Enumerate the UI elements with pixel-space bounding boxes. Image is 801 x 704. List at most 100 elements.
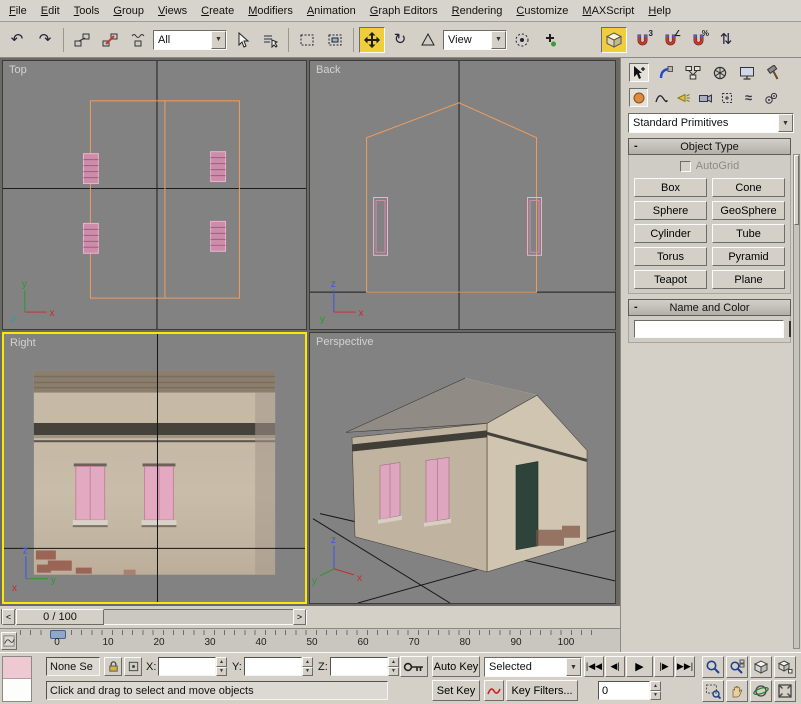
select-by-name-button[interactable] [257,27,283,53]
z-coordinate-field[interactable] [330,657,388,676]
category-systems[interactable] [761,88,780,107]
viewport-top[interactable]: Top y x z [2,60,307,330]
menu-rendering[interactable]: Rendering [445,1,510,21]
geosphere-button[interactable]: GeoSphere [712,201,785,220]
key-filters-button[interactable]: Key Filters... [506,680,578,701]
next-frame-arrow[interactable]: > [293,609,306,625]
viewport-back[interactable]: Back z x y [309,60,616,330]
category-cameras[interactable] [695,88,714,107]
house-3d-model[interactable] [346,378,587,572]
key-mode-dropdown[interactable]: Selected ▼ [484,657,582,677]
cone-button[interactable]: Cone [712,178,785,197]
primitives-dropdown[interactable]: Standard Primitives ▼ [628,113,794,133]
x-coordinate-field[interactable] [158,657,216,676]
curve-mode-button[interactable] [484,680,504,701]
zoom-all-button[interactable] [726,656,748,678]
plane-button[interactable]: Plane [712,270,785,289]
current-frame-field[interactable] [598,681,650,700]
tab-hierarchy[interactable] [683,63,703,82]
play-button[interactable]: ▶ [626,656,653,677]
go-to-end-button[interactable]: ▶▶| [675,656,695,677]
command-panel-scrollbar[interactable] [793,154,800,649]
menu-help[interactable]: Help [641,1,678,21]
macro-recorder-line[interactable] [3,657,31,679]
z-spinner[interactable]: ▲▼ [388,657,399,676]
select-and-move-button[interactable] [359,27,385,53]
reference-coordinate-dropdown[interactable]: View ▼ [443,30,507,50]
auto-key-button[interactable]: Auto Key [432,656,480,677]
select-object-button[interactable] [229,27,255,53]
y-coordinate-field[interactable] [244,657,302,676]
select-and-scale-button[interactable] [415,27,441,53]
menu-edit[interactable]: Edit [34,1,67,21]
zoom-region-button[interactable] [702,680,724,702]
window-right-3d[interactable] [424,457,451,526]
angle-snap-button[interactable]: ∠ [657,27,683,53]
spin-down-icon[interactable]: ▼ [216,667,227,677]
menu-animation[interactable]: Animation [300,1,363,21]
category-shapes[interactable] [651,88,670,107]
back-viewport-canvas[interactable]: z x y [310,61,615,329]
top-viewport-canvas[interactable]: y x z [3,61,306,329]
box-button[interactable]: Box [634,178,707,197]
scrollbar-thumb[interactable] [794,155,799,225]
set-keys-button[interactable] [400,656,428,677]
undo-button[interactable]: ↶ [4,27,30,53]
tab-utilities[interactable] [764,63,784,82]
perspective-viewport-canvas[interactable]: z x y [310,333,615,603]
window-objects-plan[interactable] [83,152,225,254]
sphere-button[interactable]: Sphere [634,201,707,220]
menu-tools[interactable]: Tools [67,1,107,21]
window-right[interactable] [142,463,177,527]
menu-group[interactable]: Group [106,1,151,21]
cylinder-button[interactable]: Cylinder [634,224,707,243]
house-plan-wireframe[interactable] [90,101,239,298]
select-and-rotate-button[interactable]: ↻ [387,27,413,53]
viewport-perspective[interactable]: Perspective [309,332,616,604]
mini-curve-editor-button[interactable] [1,632,17,650]
object-color-swatch[interactable] [789,321,791,337]
use-center-button[interactable] [509,27,535,53]
menu-views[interactable]: Views [151,1,194,21]
spinner-snap-button[interactable]: ⇅ [713,27,739,53]
object-name-input[interactable] [634,320,784,338]
right-viewport-canvas[interactable]: z y x [4,334,305,602]
window-left-3d[interactable] [378,462,402,523]
bind-to-spacewarp-button[interactable] [125,27,151,53]
tab-display[interactable] [737,63,757,82]
dropdown-arrow-icon[interactable]: ▼ [491,31,506,49]
previous-frame-button[interactable]: ◀| [605,656,625,677]
snaps-toggle-button[interactable] [601,27,627,53]
dropdown-arrow-icon[interactable]: ▼ [778,114,793,132]
menu-maxscript[interactable]: MAXScript [575,1,641,21]
viewport-right[interactable]: Right [2,332,307,604]
menu-file[interactable]: File [2,1,34,21]
redo-button[interactable]: ↷ [32,27,58,53]
tube-button[interactable]: Tube [712,224,785,243]
percent-snap-button[interactable]: % [685,27,711,53]
tab-motion[interactable] [710,63,730,82]
select-and-manipulate-button[interactable] [537,27,563,53]
dropdown-arrow-icon[interactable]: ▼ [211,31,226,49]
category-space-warps[interactable]: ≈ [739,88,758,107]
go-to-start-button[interactable]: |◀◀ [584,656,604,677]
absolute-offset-toggle[interactable] [124,657,142,676]
tab-create[interactable] [629,63,649,82]
maxscript-mini-listener[interactable] [2,656,32,702]
previous-frame-arrow[interactable]: < [2,609,15,625]
rectangular-selection-region-button[interactable] [294,27,320,53]
window-crossing-toggle-button[interactable] [322,27,348,53]
unlink-selection-button[interactable] [97,27,123,53]
frame-spinner[interactable]: ▲▼ [650,681,661,700]
pyramid-button[interactable]: Pyramid [712,247,785,266]
spin-up-icon[interactable]: ▲ [388,657,399,667]
zoom-extents-button[interactable] [750,656,772,678]
autogrid-checkbox[interactable] [680,161,691,172]
object-type-rollout-header[interactable]: - Object Type [628,138,791,155]
set-key-button[interactable]: Set Key [432,680,480,701]
spin-down-icon[interactable]: ▼ [302,667,313,677]
teapot-button[interactable]: Teapot [634,270,707,289]
house-texture-view[interactable] [34,370,275,574]
dropdown-arrow-icon[interactable]: ▼ [566,658,581,676]
next-frame-button[interactable]: |▶ [654,656,674,677]
